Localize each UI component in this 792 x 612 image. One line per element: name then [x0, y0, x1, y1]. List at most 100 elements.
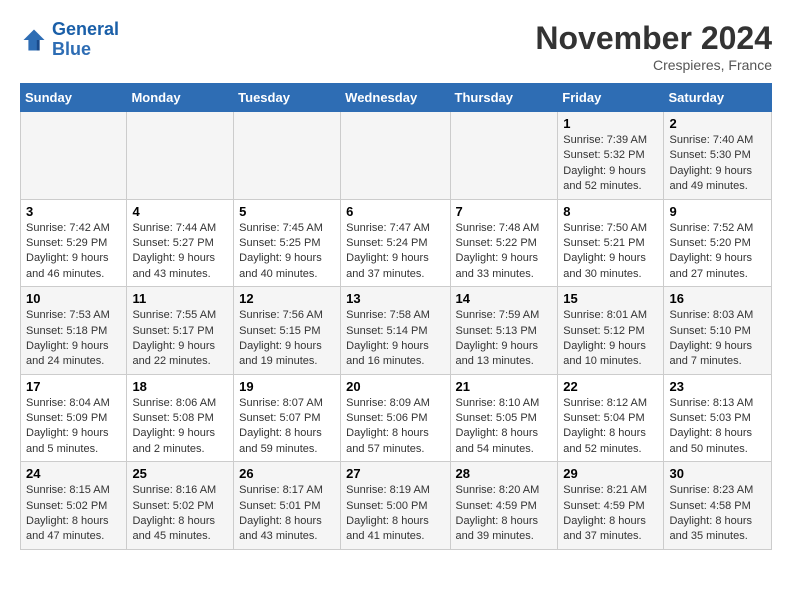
weekday-header-tuesday: Tuesday	[234, 84, 341, 112]
calendar-cell: 26Sunrise: 8:17 AMSunset: 5:01 PMDayligh…	[234, 462, 341, 550]
calendar-cell: 17Sunrise: 8:04 AMSunset: 5:09 PMDayligh…	[21, 374, 127, 462]
calendar-cell: 2 Sunrise: 7:40 AMSunset: 5:30 PMDaylight…	[664, 112, 772, 200]
day-number: 30	[669, 466, 766, 481]
calendar-cell: 22 Sunrise: 8:12 AMSunset: 5:04 PMDayligh…	[558, 374, 664, 462]
day-number: 25	[132, 466, 228, 481]
calendar-cell: 24 Sunrise: 8:15 AMSunset: 5:02 PMDayligh…	[21, 462, 127, 550]
day-number: 13	[346, 291, 444, 306]
day-number: 14	[456, 291, 553, 306]
calendar-cell: 29Sunrise: 8:21 AMSunset: 4:59 PMDayligh…	[558, 462, 664, 550]
day-number: 6	[346, 204, 444, 219]
day-info: Sunrise: 8:07 AMSunset: 5:07 PMDaylight:…	[239, 396, 335, 458]
day-number: 4	[132, 204, 228, 219]
day-number: 20	[346, 379, 444, 394]
day-info: Sunrise: 8:15 AMSunset: 5:02 PMDaylight:…	[26, 483, 121, 545]
calendar-cell: 15 Sunrise: 8:01 AMSunset: 5:12 PMDayligh…	[558, 287, 664, 375]
weekday-header-row: SundayMondayTuesdayWednesdayThursdayFrid…	[21, 84, 772, 112]
calendar-cell: 12 Sunrise: 7:56 AMSunset: 5:15 PMDayligh…	[234, 287, 341, 375]
day-info: Sunrise: 7:52 AMSunset: 5:20 PMDaylight:…	[669, 221, 766, 283]
calendar-cell: 28 Sunrise: 8:20 AMSunset: 4:59 PMDayligh…	[450, 462, 558, 550]
month-title: November 2024	[535, 20, 772, 57]
weekday-header-wednesday: Wednesday	[341, 84, 450, 112]
day-number: 28	[456, 466, 553, 481]
day-info: Sunrise: 7:44 AMSunset: 5:27 PMDaylight:…	[132, 221, 228, 283]
calendar-cell: 3 Sunrise: 7:42 AMSunset: 5:29 PMDaylight…	[21, 199, 127, 287]
calendar-week-row: 24 Sunrise: 8:15 AMSunset: 5:02 PMDayligh…	[21, 462, 772, 550]
calendar-cell: 21 Sunrise: 8:10 AMSunset: 5:05 PMDayligh…	[450, 374, 558, 462]
day-info: Sunrise: 8:12 AMSunset: 5:04 PMDaylight:…	[563, 396, 658, 458]
calendar-cell	[234, 112, 341, 200]
calendar-table: SundayMondayTuesdayWednesdayThursdayFrid…	[20, 83, 772, 550]
calendar-cell: 25Sunrise: 8:16 AMSunset: 5:02 PMDayligh…	[127, 462, 234, 550]
day-info: Sunrise: 7:50 AMSunset: 5:21 PMDaylight:…	[563, 221, 658, 283]
calendar-cell: 13 Sunrise: 7:58 AMSunset: 5:14 PMDayligh…	[341, 287, 450, 375]
calendar-cell: 27Sunrise: 8:19 AMSunset: 5:00 PMDayligh…	[341, 462, 450, 550]
day-info: Sunrise: 7:53 AMSunset: 5:18 PMDaylight:…	[26, 308, 121, 370]
calendar-cell: 23Sunrise: 8:13 AMSunset: 5:03 PMDayligh…	[664, 374, 772, 462]
day-number: 26	[239, 466, 335, 481]
calendar-cell: 4 Sunrise: 7:44 AMSunset: 5:27 PMDaylight…	[127, 199, 234, 287]
calendar-cell: 1 Sunrise: 7:39 AMSunset: 5:32 PMDaylight…	[558, 112, 664, 200]
logo-line1: General	[52, 19, 119, 39]
day-number: 9	[669, 204, 766, 219]
day-info: Sunrise: 8:21 AMSunset: 4:59 PMDaylight:…	[563, 483, 658, 545]
day-number: 15	[563, 291, 658, 306]
calendar-cell	[450, 112, 558, 200]
day-info: Sunrise: 8:20 AMSunset: 4:59 PMDaylight:…	[456, 483, 553, 545]
weekday-header-saturday: Saturday	[664, 84, 772, 112]
location: Crespieres, France	[535, 57, 772, 73]
title-section: November 2024 Crespieres, France	[535, 20, 772, 73]
day-number: 18	[132, 379, 228, 394]
day-info: Sunrise: 7:48 AMSunset: 5:22 PMDaylight:…	[456, 221, 553, 283]
day-number: 27	[346, 466, 444, 481]
calendar-cell: 5 Sunrise: 7:45 AMSunset: 5:25 PMDaylight…	[234, 199, 341, 287]
calendar-cell	[21, 112, 127, 200]
calendar-week-row: 17Sunrise: 8:04 AMSunset: 5:09 PMDayligh…	[21, 374, 772, 462]
calendar-cell: 14 Sunrise: 7:59 AMSunset: 5:13 PMDayligh…	[450, 287, 558, 375]
day-info: Sunrise: 7:56 AMSunset: 5:15 PMDaylight:…	[239, 308, 335, 370]
calendar-week-row: 10Sunrise: 7:53 AMSunset: 5:18 PMDayligh…	[21, 287, 772, 375]
day-info: Sunrise: 8:03 AMSunset: 5:10 PMDaylight:…	[669, 308, 766, 370]
day-info: Sunrise: 7:40 AMSunset: 5:30 PMDaylight:…	[669, 133, 766, 195]
day-info: Sunrise: 7:45 AMSunset: 5:25 PMDaylight:…	[239, 221, 335, 283]
calendar-cell: 20 Sunrise: 8:09 AMSunset: 5:06 PMDayligh…	[341, 374, 450, 462]
day-info: Sunrise: 8:10 AMSunset: 5:05 PMDaylight:…	[456, 396, 553, 458]
weekday-header-thursday: Thursday	[450, 84, 558, 112]
day-number: 24	[26, 466, 121, 481]
day-info: Sunrise: 8:01 AMSunset: 5:12 PMDaylight:…	[563, 308, 658, 370]
logo-icon	[20, 26, 48, 54]
weekday-header-sunday: Sunday	[21, 84, 127, 112]
day-info: Sunrise: 7:47 AMSunset: 5:24 PMDaylight:…	[346, 221, 444, 283]
day-number: 7	[456, 204, 553, 219]
calendar-week-row: 1 Sunrise: 7:39 AMSunset: 5:32 PMDaylight…	[21, 112, 772, 200]
calendar-cell: 7 Sunrise: 7:48 AMSunset: 5:22 PMDaylight…	[450, 199, 558, 287]
day-info: Sunrise: 8:06 AMSunset: 5:08 PMDaylight:…	[132, 396, 228, 458]
calendar-cell: 8 Sunrise: 7:50 AMSunset: 5:21 PMDaylight…	[558, 199, 664, 287]
calendar-cell: 19Sunrise: 8:07 AMSunset: 5:07 PMDayligh…	[234, 374, 341, 462]
calendar-cell: 6 Sunrise: 7:47 AMSunset: 5:24 PMDaylight…	[341, 199, 450, 287]
day-number: 22	[563, 379, 658, 394]
day-number: 21	[456, 379, 553, 394]
weekday-header-friday: Friday	[558, 84, 664, 112]
day-number: 2	[669, 116, 766, 131]
day-info: Sunrise: 7:59 AMSunset: 5:13 PMDaylight:…	[456, 308, 553, 370]
calendar-cell: 10Sunrise: 7:53 AMSunset: 5:18 PMDayligh…	[21, 287, 127, 375]
day-info: Sunrise: 7:39 AMSunset: 5:32 PMDaylight:…	[563, 133, 658, 195]
calendar-cell: 18 Sunrise: 8:06 AMSunset: 5:08 PMDayligh…	[127, 374, 234, 462]
day-number: 1	[563, 116, 658, 131]
calendar-cell: 16Sunrise: 8:03 AMSunset: 5:10 PMDayligh…	[664, 287, 772, 375]
calendar-week-row: 3 Sunrise: 7:42 AMSunset: 5:29 PMDaylight…	[21, 199, 772, 287]
day-info: Sunrise: 7:58 AMSunset: 5:14 PMDaylight:…	[346, 308, 444, 370]
day-info: Sunrise: 8:04 AMSunset: 5:09 PMDaylight:…	[26, 396, 121, 458]
day-number: 5	[239, 204, 335, 219]
calendar-cell: 9 Sunrise: 7:52 AMSunset: 5:20 PMDaylight…	[664, 199, 772, 287]
day-info: Sunrise: 7:42 AMSunset: 5:29 PMDaylight:…	[26, 221, 121, 283]
day-number: 3	[26, 204, 121, 219]
day-info: Sunrise: 8:23 AMSunset: 4:58 PMDaylight:…	[669, 483, 766, 545]
day-number: 8	[563, 204, 658, 219]
calendar-cell	[127, 112, 234, 200]
day-info: Sunrise: 8:13 AMSunset: 5:03 PMDaylight:…	[669, 396, 766, 458]
day-info: Sunrise: 8:09 AMSunset: 5:06 PMDaylight:…	[346, 396, 444, 458]
day-number: 12	[239, 291, 335, 306]
logo: General Blue	[20, 20, 119, 60]
